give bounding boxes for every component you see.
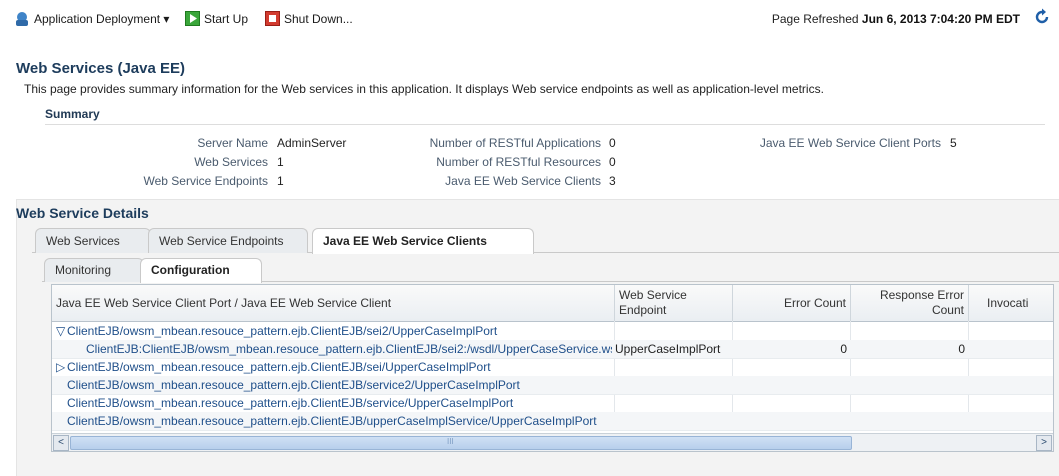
scroll-left-button[interactable]: < <box>53 435 69 451</box>
subtab-configuration[interactable]: Configuration <box>140 258 262 283</box>
table-row[interactable]: ClientEJB/owsm_mbean.resouce_pattern.ejb… <box>52 376 1053 395</box>
summary-value: 0 <box>609 136 616 150</box>
page-description: This page provides summary information f… <box>24 82 824 96</box>
table-row[interactable]: ClientEJB/owsm_mbean.resouce_pattern.ejb… <box>52 394 1053 413</box>
web-service-details-heading: Web Service Details <box>16 205 149 221</box>
shut-down-button[interactable]: Shut Down... <box>265 11 353 26</box>
scrollbar-grip-icon: III <box>447 437 454 446</box>
summary-label: Web Service Endpoints <box>143 174 268 188</box>
shut-down-label: Shut Down... <box>284 11 353 26</box>
error-count-cell: 0 <box>840 342 847 356</box>
column-header-label: Java EE Web Service Client Port / Java E… <box>56 296 392 310</box>
client-port-link[interactable]: ClientEJB/owsm_mbean.resouce_pattern.ejb… <box>67 324 497 338</box>
top-toolbar: Application Deployment ▾ Start Up Shut D… <box>0 0 1059 40</box>
summary-label: Web Services <box>194 155 268 169</box>
client-link[interactable]: ClientEJB:ClientEJB/owsm_mbean.resouce_p… <box>86 342 612 356</box>
client-port-link[interactable]: ClientEJB/owsm_mbean.resouce_pattern.ejb… <box>67 414 597 428</box>
page-refreshed-value: Jun 6, 2013 7:04:20 PM EDT <box>861 12 1020 26</box>
column-header-label: Endpoint <box>619 303 667 317</box>
summary-value: 1 <box>277 155 284 169</box>
clients-table: Java EE Web Service Client Port / Java E… <box>51 284 1054 452</box>
column-header-label: Response Error <box>879 288 964 302</box>
tab-web-service-endpoints[interactable]: Web Service Endpoints <box>148 228 308 253</box>
tab-web-services[interactable]: Web Services <box>35 228 151 253</box>
summary-label: Number of RESTful Applications <box>429 136 601 150</box>
page-refreshed-label: Page Refreshed <box>771 12 859 26</box>
page-refreshed: Page Refreshed Jun 6, 2013 7:04:20 PM ED… <box>772 12 1020 26</box>
summary-label: Java EE Web Service Client Ports <box>759 136 941 150</box>
scroll-right-button[interactable]: > <box>1036 435 1052 451</box>
expand-icon[interactable]: ▷ <box>56 360 65 374</box>
start-up-button[interactable]: Start Up <box>185 11 248 26</box>
summary-heading: Summary <box>45 107 1045 125</box>
column-header-label: Invocati <box>987 296 1029 310</box>
summary-value: 0 <box>609 155 616 169</box>
client-port-link[interactable]: ClientEJB/owsm_mbean.resouce_pattern.ejb… <box>67 378 520 392</box>
application-deployment-label: Application Deployment ▾ <box>34 12 170 26</box>
start-up-label: Start Up <box>204 11 249 26</box>
horizontal-scrollbar[interactable]: < III > <box>52 433 1053 451</box>
summary-label: Java EE Web Service Clients <box>445 174 601 188</box>
application-deployment-menu[interactable]: Application Deployment ▾ <box>14 11 169 27</box>
summary-label: Server Name <box>197 136 268 150</box>
client-port-link[interactable]: ClientEJB/owsm_mbean.resouce_pattern.ejb… <box>67 360 491 374</box>
start-up-icon <box>185 11 200 26</box>
client-port-link[interactable]: ClientEJB/owsm_mbean.resouce_pattern.ejb… <box>67 396 513 410</box>
column-header-label: Count <box>931 303 964 317</box>
summary-label: Number of RESTful Resources <box>436 155 601 169</box>
column-header-label: Error Count <box>783 296 846 310</box>
summary-value: 1 <box>277 174 284 188</box>
table-row[interactable]: ▷ ClientEJB/owsm_mbean.resouce_pattern.e… <box>52 358 1053 377</box>
column-header-invocations[interactable]: Invocati <box>969 285 1053 322</box>
summary-value: AdminServer <box>277 136 347 150</box>
table-row[interactable]: ClientEJB/owsm_mbean.resouce_pattern.ejb… <box>52 412 1053 431</box>
summary-value: 3 <box>609 174 616 188</box>
response-error-cell: 0 <box>958 342 965 356</box>
summary-value: 5 <box>950 136 957 150</box>
tab-javaee-web-service-clients[interactable]: Java EE Web Service Clients <box>312 228 534 254</box>
deployment-icon <box>16 12 28 26</box>
endpoint-cell: UpperCaseImplPort <box>615 342 721 356</box>
column-header-port[interactable]: Java EE Web Service Client Port / Java E… <box>52 285 615 322</box>
page-title: Web Services (Java EE) <box>16 60 185 77</box>
expand-icon[interactable]: ▽ <box>56 324 65 338</box>
column-header-error-count[interactable]: Error Count <box>733 285 851 322</box>
table-row[interactable]: ClientEJB:ClientEJB/owsm_mbean.resouce_p… <box>52 340 1053 359</box>
column-header-response-error-count[interactable]: Response Error Count <box>851 285 969 322</box>
table-row[interactable]: ▽ ClientEJB/owsm_mbean.resouce_pattern.e… <box>52 322 1053 341</box>
column-header-label: Web Service <box>619 288 687 302</box>
column-header-endpoint[interactable]: Web Service Endpoint <box>615 285 733 322</box>
scrollbar-thumb[interactable]: III <box>70 436 852 450</box>
subtab-monitoring[interactable]: Monitoring <box>44 258 144 282</box>
shut-down-icon <box>265 11 280 26</box>
refresh-icon[interactable] <box>1033 8 1051 26</box>
